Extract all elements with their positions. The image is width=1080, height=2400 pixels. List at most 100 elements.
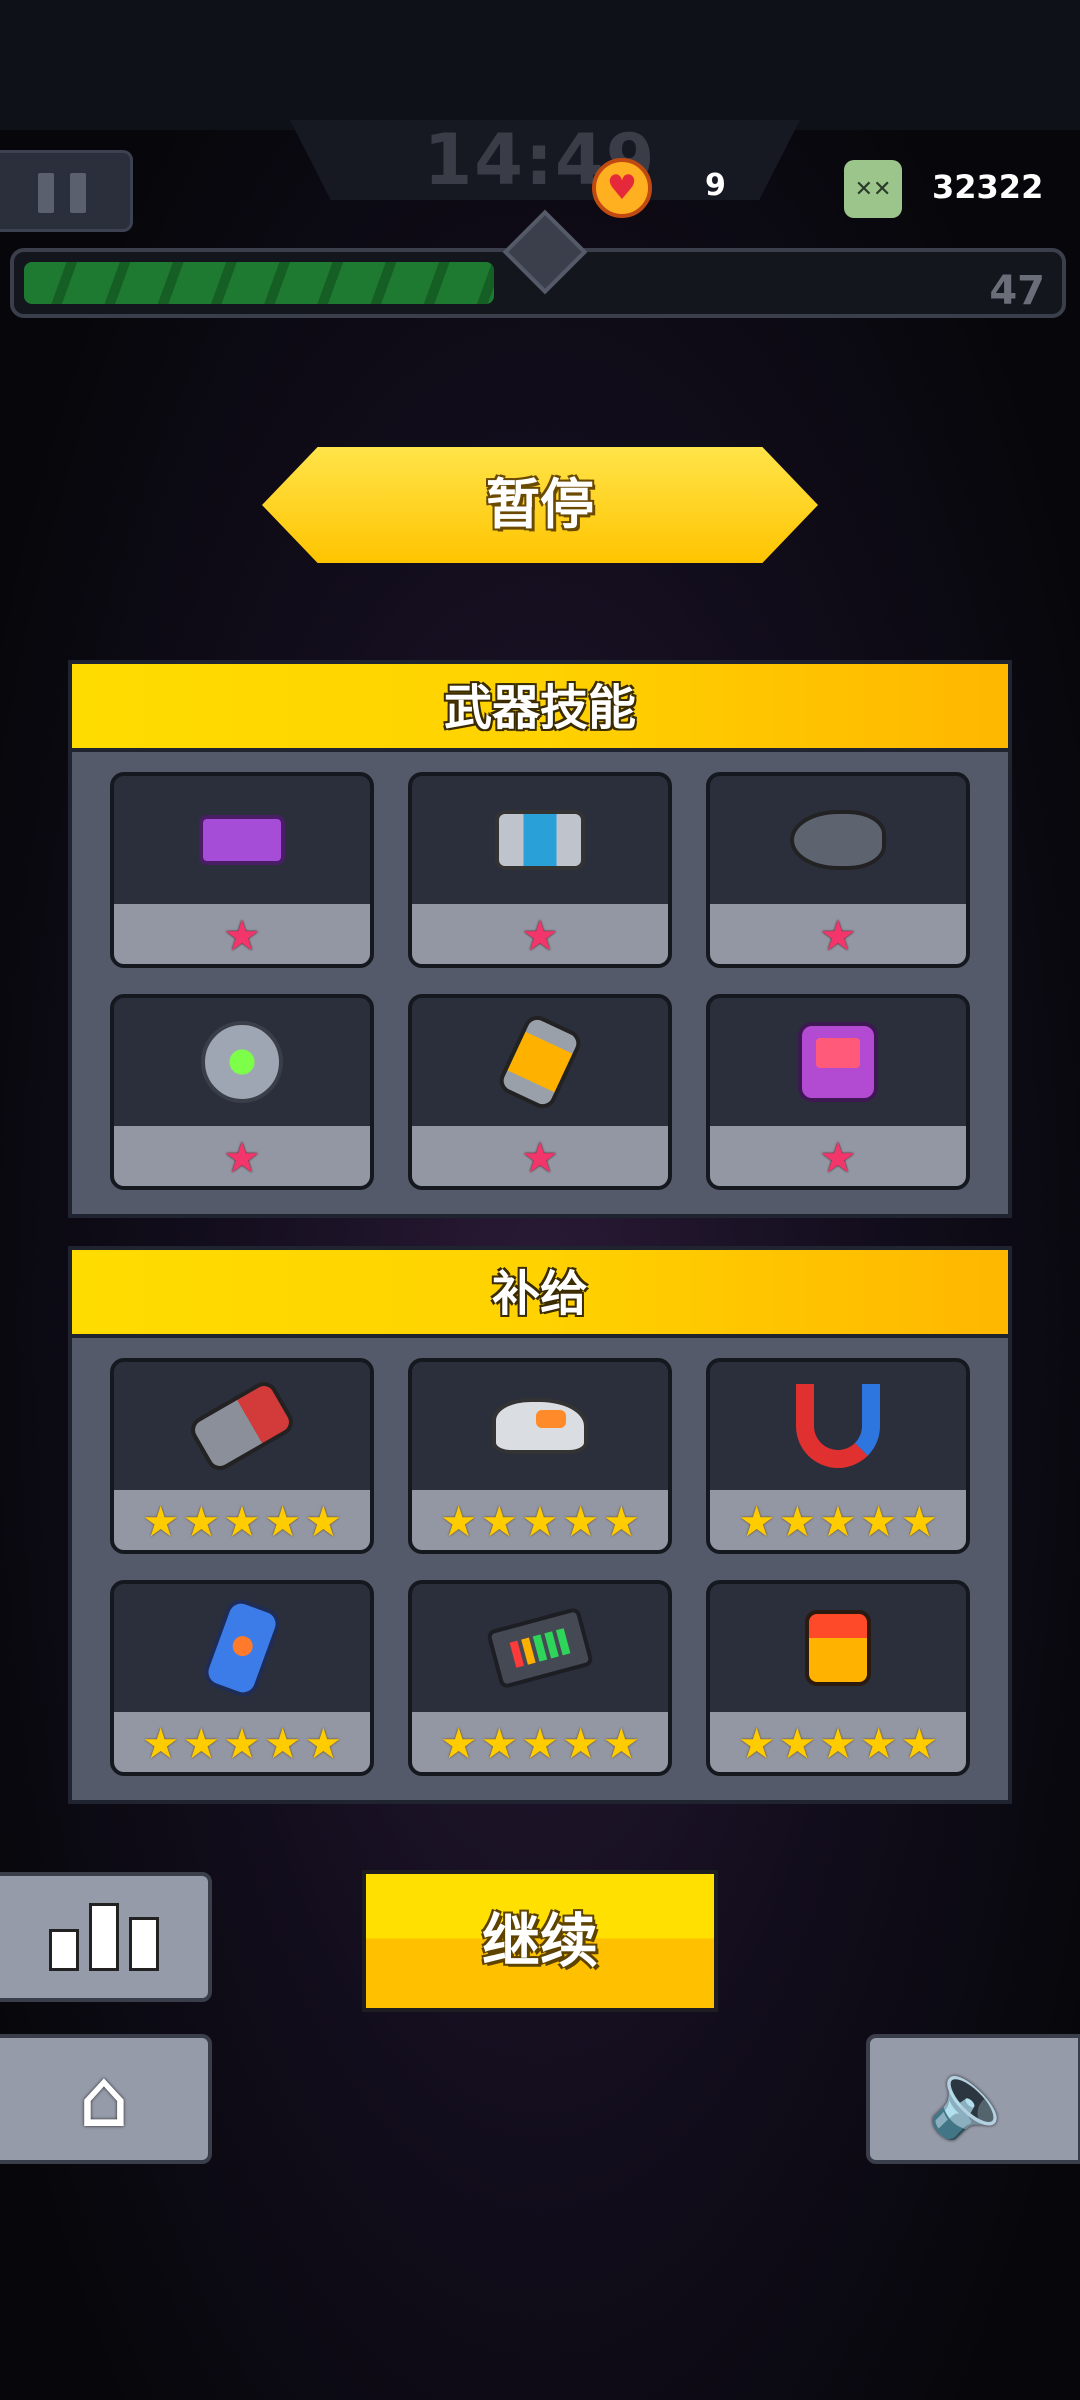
continue-button-label[interactable]: 继续 (362, 1870, 718, 2012)
star-icon: ★ (561, 1497, 600, 1546)
item-slot[interactable]: ★ (706, 994, 970, 1190)
game-console-icon (798, 1022, 878, 1102)
star-icon: ★ (480, 1497, 519, 1546)
star-rating: ★ (412, 1126, 668, 1186)
robot-arm-icon (185, 1376, 299, 1476)
star-icon: ★ (263, 1719, 302, 1768)
star-icon: ★ (223, 1133, 261, 1182)
star-rating: ★ (710, 904, 966, 964)
star-rating: ★ ★ ★ ★ ★ (114, 1712, 370, 1772)
speaker-icon: 🔈 (927, 2056, 1021, 2142)
item-slot-art (114, 1362, 370, 1490)
star-icon: ★ (819, 1133, 857, 1182)
star-icon: ★ (737, 1719, 776, 1768)
power-bank-icon (485, 1606, 595, 1690)
item-slot[interactable]: ★ ★ ★ ★ ★ (706, 1358, 970, 1554)
star-rating: ★ ★ ★ ★ ★ (412, 1490, 668, 1550)
item-slot[interactable]: ★ (110, 772, 374, 968)
star-icon: ★ (778, 1719, 817, 1768)
item-slot-art (412, 998, 668, 1126)
star-icon: ★ (778, 1497, 817, 1546)
star-rating: ★ (114, 904, 370, 964)
star-icon: ★ (223, 911, 261, 960)
item-slot-art (412, 1584, 668, 1712)
item-slot-art (710, 776, 966, 904)
star-icon: ★ (263, 1497, 302, 1546)
item-slot[interactable]: ★ ★ ★ ★ ★ (110, 1580, 374, 1776)
battery-grenade-icon (495, 1011, 585, 1113)
star-rating: ★ ★ ★ ★ ★ (114, 1490, 370, 1550)
star-icon: ★ (480, 1719, 519, 1768)
pause-button[interactable] (0, 150, 133, 232)
weapons-panel-title: 武器技能 (443, 680, 636, 736)
star-icon: ★ (819, 911, 857, 960)
home-button[interactable]: ⌂ (0, 2034, 212, 2164)
star-icon: ★ (521, 911, 559, 960)
item-slot-art (412, 1362, 668, 1490)
star-icon: ★ (859, 1719, 898, 1768)
supply-panel-title: 补给 (491, 1266, 588, 1322)
star-icon: ★ (141, 1719, 180, 1768)
star-icon: ★ (521, 1719, 559, 1768)
item-slot[interactable]: ★ ★ ★ ★ ★ (408, 1358, 672, 1554)
magnet-icon (796, 1384, 880, 1468)
xp-bar-fill (24, 262, 494, 304)
item-slot[interactable]: ★ ★ ★ ★ ★ (706, 1580, 970, 1776)
enemy-skull-icon: ✕✕ (844, 160, 902, 218)
pause-icon-bar (70, 173, 86, 213)
sneaker-icon (492, 1398, 588, 1454)
weapons-skills-panel: 武器技能 ★ ★ ★ ★ ★ ★ (68, 660, 1012, 1218)
star-icon: ★ (561, 1719, 600, 1768)
heart-icon: ♥ (592, 158, 652, 218)
star-icon: ★ (304, 1719, 343, 1768)
supply-panel: 补给 ★ ★ ★ ★ ★ ★ ★ ★ ★ ★ ★ ★ ★ ★ ★ ★ ★ ★ ★ ★ ★ ★ ★ ★ ★ ★ ★ ★ ★ ★ (68, 1246, 1012, 1804)
home-icon: ⌂ (78, 2052, 130, 2145)
star-rating: ★ (412, 904, 668, 964)
pause-icon (38, 173, 54, 213)
item-slot-art (114, 998, 370, 1126)
item-slot[interactable]: ★ ★ ★ ★ ★ (110, 1358, 374, 1554)
star-icon: ★ (819, 1719, 857, 1768)
item-slot-art (412, 776, 668, 904)
sound-button[interactable]: 🔈 (866, 2034, 1080, 2164)
star-icon: ★ (439, 1719, 478, 1768)
star-icon: ★ (900, 1497, 939, 1546)
star-icon: ★ (602, 1719, 641, 1768)
energy-orb-icon (201, 1021, 283, 1103)
stats-button[interactable] (0, 1872, 212, 2002)
star-icon: ★ (859, 1497, 898, 1546)
pause-title: 暂停 (486, 473, 594, 536)
item-slot[interactable]: ★ (408, 994, 672, 1190)
star-rating: ★ (114, 1126, 370, 1186)
purple-blaster-icon (199, 815, 285, 865)
kill-count: 32322 (932, 168, 1044, 206)
star-icon: ★ (182, 1719, 221, 1768)
star-icon: ★ (304, 1497, 343, 1546)
star-icon: ★ (819, 1497, 857, 1546)
item-slot[interactable]: ★ ★ ★ ★ ★ (408, 1580, 672, 1776)
star-icon: ★ (521, 1497, 559, 1546)
item-slot[interactable]: ★ (706, 772, 970, 968)
item-slot[interactable]: ★ (408, 772, 672, 968)
star-rating: ★ ★ ★ ★ ★ (710, 1712, 966, 1772)
star-rating: ★ ★ ★ ★ ★ (412, 1712, 668, 1772)
star-icon: ★ (223, 1719, 261, 1768)
canister-icon (805, 1610, 871, 1686)
star-rating: ★ (710, 1126, 966, 1186)
drone-turret-icon (495, 810, 585, 870)
shark-rocket-icon (790, 810, 886, 870)
item-slot-art (710, 1362, 966, 1490)
star-rating: ★ ★ ★ ★ ★ (710, 1490, 966, 1550)
item-slot[interactable]: ★ (110, 994, 374, 1190)
lives-count: 9 (705, 168, 726, 203)
star-icon: ★ (439, 1497, 478, 1546)
potion-bottle-icon (199, 1595, 285, 1701)
star-icon: ★ (521, 1133, 559, 1182)
player-level: 47 (989, 268, 1045, 314)
item-slot-art (114, 776, 370, 904)
star-icon: ★ (602, 1497, 641, 1546)
item-slot-art (710, 1584, 966, 1712)
bar-chart-icon (49, 1903, 159, 1971)
star-icon: ★ (141, 1497, 180, 1546)
top-band (0, 0, 1080, 130)
